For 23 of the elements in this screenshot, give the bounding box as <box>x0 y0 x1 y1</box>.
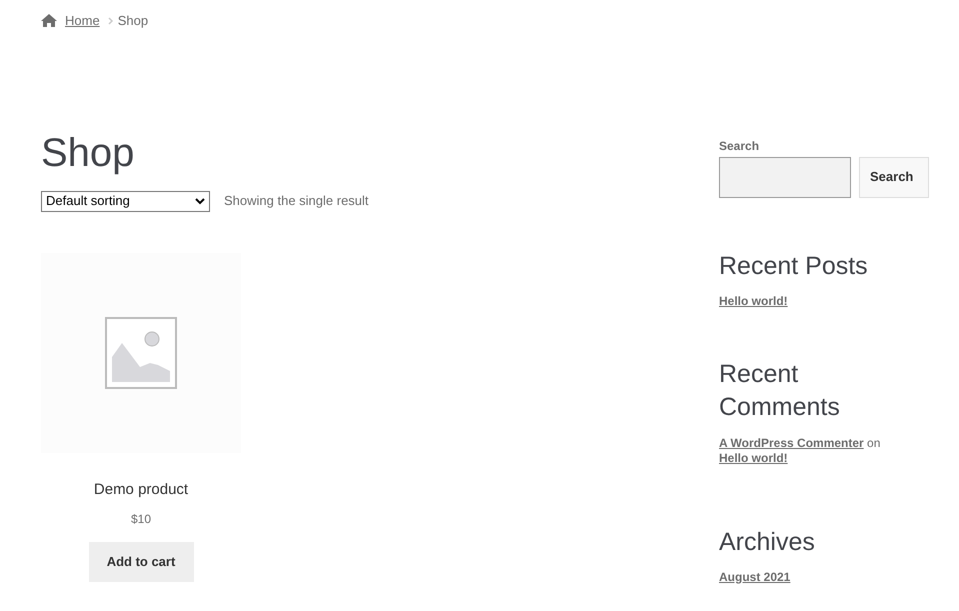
chevron-icon <box>108 16 114 25</box>
product-price: $10 <box>130 511 152 528</box>
search-label: Search <box>719 138 760 154</box>
comment-author-link[interactable]: A WordPress Commenter <box>719 436 864 450</box>
home-icon <box>41 14 57 28</box>
widget-title: Recent Posts <box>719 250 869 282</box>
widget-title: Recent Comments <box>719 358 841 422</box>
image-placeholder-icon <box>105 316 177 388</box>
widget-title: Archives <box>719 526 816 558</box>
sorting-dropdown[interactable]: Default sorting <box>41 190 210 212</box>
search-button[interactable]: Search <box>859 156 929 198</box>
page-title: Shop <box>41 130 136 176</box>
post-link[interactable]: Hello world! <box>719 450 788 464</box>
breadcrumb-current: Shop <box>118 12 148 30</box>
comment-joiner: on <box>867 436 880 450</box>
home-link[interactable]: Home <box>65 11 100 30</box>
product-name[interactable]: Demo product <box>94 478 188 501</box>
archive-link[interactable]: August 2021 <box>719 568 790 586</box>
add-to-cart-button[interactable]: Add to cart <box>88 542 194 582</box>
post-link[interactable]: Hello world! <box>719 292 788 310</box>
result-count: Showing the single result <box>224 192 369 210</box>
search-field[interactable] <box>719 156 851 198</box>
caret-icon <box>195 198 205 204</box>
